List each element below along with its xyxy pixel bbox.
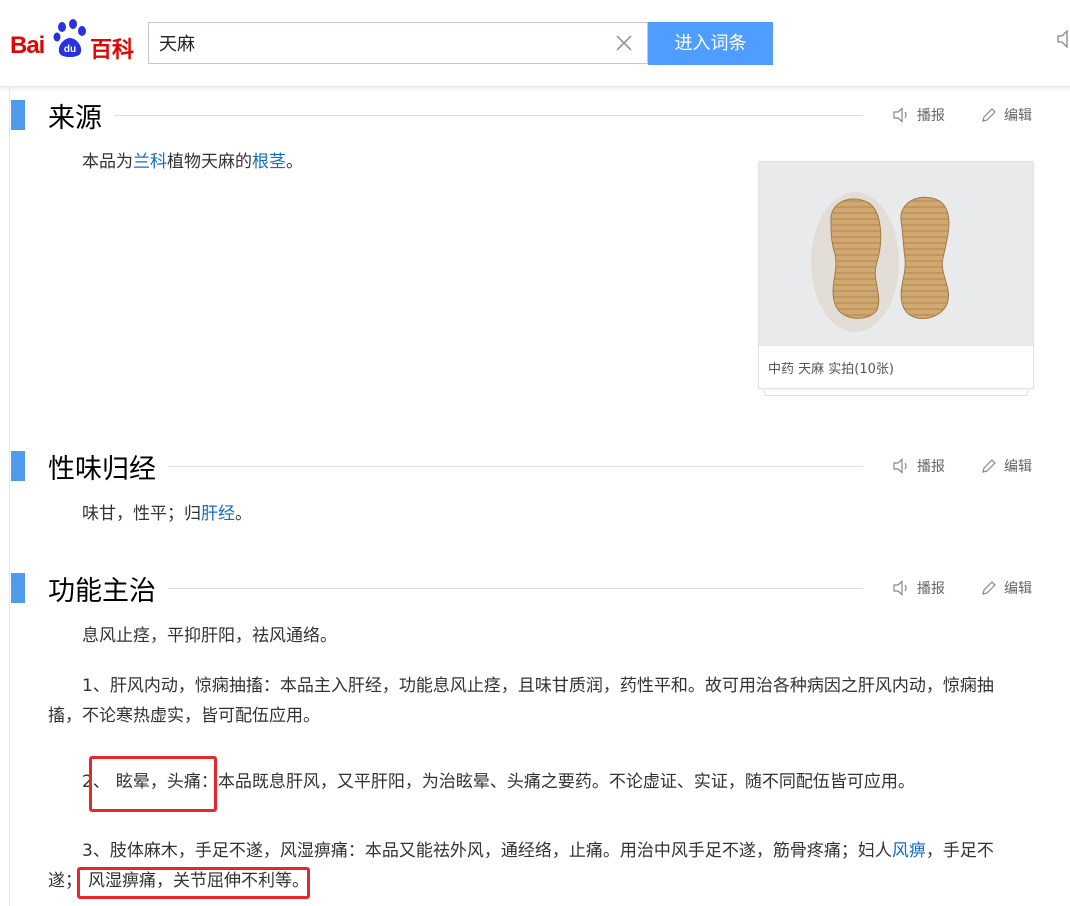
tianma-photo[interactable]: [759, 162, 1033, 346]
section-marker: [11, 100, 25, 130]
clear-search-icon[interactable]: [615, 34, 633, 52]
section-title-function: 功能主治: [48, 576, 156, 607]
para3-line1-post: ，手足不: [925, 841, 994, 861]
source-text-mid: 植物天麻的: [167, 152, 252, 172]
listen-label: 播报: [917, 459, 945, 475]
edit-button[interactable]: 编辑: [980, 578, 1032, 598]
speaker-icon: [893, 107, 907, 123]
section-divider: [168, 466, 863, 467]
section-divider: [114, 115, 863, 116]
nature-text-post: 。: [235, 504, 252, 524]
top-header: Bai du 百科 进入词条: [0, 0, 1070, 87]
link-fengbi[interactable]: 风痹: [892, 841, 926, 861]
link-genjing[interactable]: 根茎: [252, 152, 286, 172]
edit-button[interactable]: 编辑: [980, 105, 1032, 125]
content-left-border: [9, 86, 10, 906]
listen-button[interactable]: 播报: [893, 105, 945, 125]
source-text-post: 。: [286, 152, 303, 172]
listen-button[interactable]: 播报: [893, 578, 945, 598]
image-caption[interactable]: 中药 天麻 实拍(10张): [768, 358, 894, 377]
logo-bai-text: Bai: [10, 32, 45, 59]
baidu-baike-logo[interactable]: Bai du 百科: [10, 18, 140, 64]
pencil-icon: [982, 459, 996, 473]
section-title-nature: 性味归经: [48, 454, 156, 485]
listen-label: 播报: [917, 108, 945, 124]
link-lanke[interactable]: 兰科: [133, 152, 167, 172]
image-stack-shadow: [764, 390, 1028, 396]
image-card[interactable]: 中药 天麻 实拍(10张): [758, 161, 1034, 389]
link-ganjing[interactable]: 肝经: [201, 504, 235, 524]
source-text: 本品为兰科植物天麻的根茎。: [82, 147, 303, 178]
edit-label: 编辑: [1004, 459, 1032, 475]
function-para1-line2: 搐，不论寒热虚实，皆可配伍应用。: [48, 706, 320, 726]
section-marker: [11, 451, 25, 481]
svg-text:du: du: [64, 44, 76, 55]
logo-baike-text: 百科: [90, 38, 135, 63]
function-summary: 息风止痉，平抑肝阳，祛风通络。: [82, 626, 337, 646]
section-divider: [168, 588, 863, 589]
tianma-root-image: [811, 192, 950, 332]
listen-label: 播报: [917, 581, 945, 597]
edit-label: 编辑: [1004, 581, 1032, 597]
highlight-box-rheumatism: [77, 867, 310, 899]
search-box: [148, 22, 648, 64]
pencil-icon: [982, 108, 996, 122]
highlight-box-dizziness: [89, 756, 217, 812]
speaker-icon: [893, 458, 907, 474]
function-para1-line1: 1、肝风内动，惊痫抽搐：本品主入肝经，功能息风止痉，且味甘质润，药性平和。故可用…: [82, 676, 994, 696]
enter-entry-button[interactable]: 进入词条: [648, 22, 773, 65]
section-title-source: 来源: [48, 103, 102, 134]
para2-body: 本品既息肝风，又平肝阳，为治眩晕、头痛之要药。不论虚证、实证，随不同配伍皆可应用…: [217, 772, 915, 792]
source-text-pre: 本品为: [82, 152, 133, 172]
para3-line1-pre: 3、肢体麻木，手足不遂，风湿痹痛：本品又能祛外风，通经络，止痛。用治中风手足不遂…: [82, 841, 892, 861]
edit-label: 编辑: [1004, 108, 1032, 124]
speaker-icon[interactable]: [1057, 30, 1070, 48]
section-marker: [11, 573, 25, 603]
search-input[interactable]: [149, 23, 609, 63]
edit-button[interactable]: 编辑: [980, 456, 1032, 476]
nature-text: 味甘，性平；归肝经。: [82, 499, 252, 530]
listen-button[interactable]: 播报: [893, 456, 945, 476]
nature-text-pre: 味甘，性平；归: [82, 504, 201, 524]
pencil-icon: [982, 581, 996, 595]
function-para3-line1: 3、肢体麻木，手足不遂，风湿痹痛：本品又能祛外风，通经络，止痛。用治中风手足不遂…: [82, 836, 994, 867]
paw-logo-icon: du: [53, 19, 86, 57]
speaker-icon: [893, 580, 907, 596]
